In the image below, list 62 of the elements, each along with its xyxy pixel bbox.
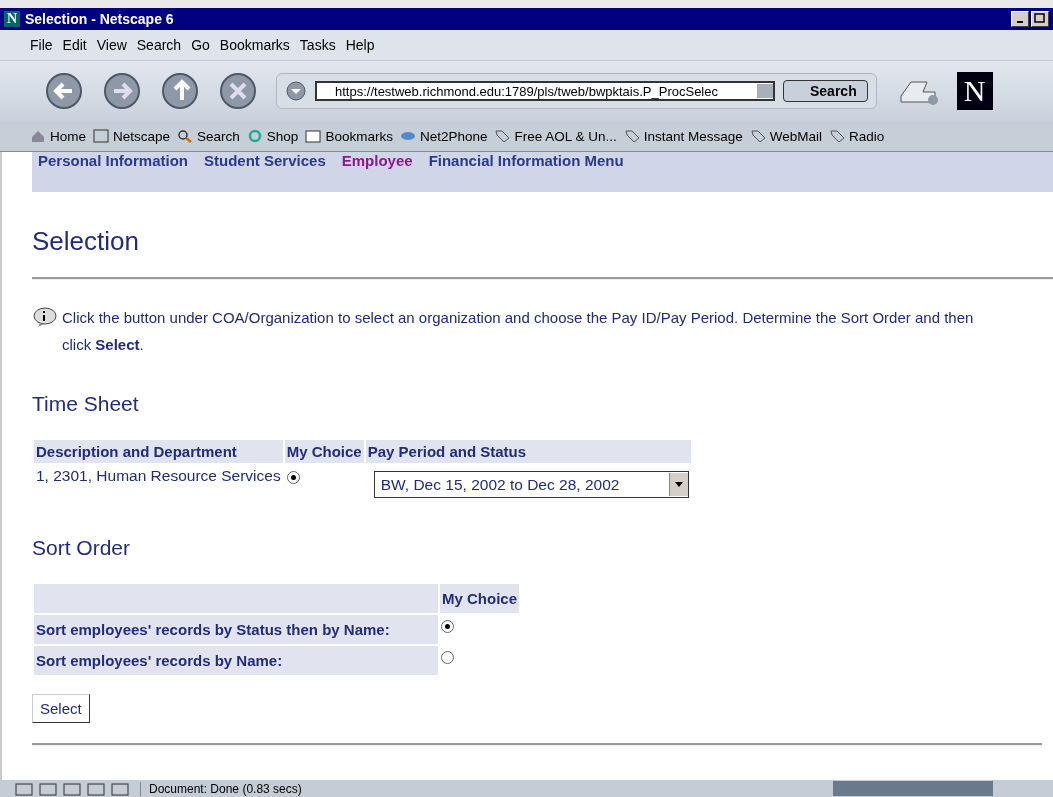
logo: N bbox=[4, 11, 20, 27]
menu-item[interactable]: Go bbox=[191, 37, 210, 53]
bookmark-link[interactable]: Radio bbox=[829, 128, 885, 144]
table-cell-text: 1, 2301, Human Resource Services bbox=[35, 466, 282, 486]
nav-link[interactable]: Personal Information bbox=[38, 152, 189, 169]
tag-icon bbox=[494, 129, 511, 143]
bookmark-link[interactable]: Bookmarks bbox=[305, 128, 393, 144]
bookmark-link[interactable]: WebMail bbox=[749, 128, 823, 144]
menu-item[interactable]: View bbox=[96, 37, 127, 53]
bookmark-link[interactable]: Home bbox=[30, 128, 86, 144]
column-header: My Choice bbox=[440, 584, 519, 613]
nav-link[interactable]: Employee bbox=[341, 152, 413, 169]
bookmark-link[interactable]: Net2Phone bbox=[399, 128, 488, 144]
section-heading: Sort Order bbox=[32, 536, 132, 560]
section-heading: Time Sheet bbox=[32, 392, 140, 416]
bookmark-link[interactable]: Shop bbox=[246, 128, 299, 144]
page-heading: Selection bbox=[32, 226, 140, 257]
row-label: Sort employees' records by Name: bbox=[34, 646, 438, 675]
radio-button[interactable] bbox=[286, 471, 300, 484]
maximize-icon[interactable] bbox=[1031, 11, 1049, 27]
menu-item[interactable]: Bookmarks bbox=[219, 37, 290, 53]
phone-icon bbox=[399, 129, 416, 143]
bookmark-link[interactable]: Instant Message bbox=[623, 128, 743, 144]
forward-icon[interactable] bbox=[102, 71, 142, 111]
window-title: Selection - Netscape 6 bbox=[25, 11, 175, 27]
menu-item[interactable]: Help bbox=[345, 37, 375, 53]
status-text: Document: Done (0.83 secs) bbox=[148, 781, 303, 796]
radio-button[interactable] bbox=[441, 651, 454, 664]
column-header: Pay Period and Status bbox=[365, 440, 691, 463]
nav-link[interactable]: Financial Information Menu bbox=[428, 152, 624, 169]
tag-icon bbox=[749, 129, 766, 143]
instruction-text: Click the button under COA/Organization to select an organization and choose the Pay ID/Pay Period. Determine the Sort Order and then click Select. bbox=[62, 308, 975, 355]
tag-icon bbox=[829, 129, 846, 143]
search-icon bbox=[177, 129, 194, 143]
bookmark-link[interactable]: Free AOL & Un... bbox=[494, 128, 617, 144]
caret-icon bbox=[668, 473, 688, 496]
nav-link[interactable]: Student Services bbox=[204, 152, 326, 169]
menu-item[interactable]: Tasks bbox=[299, 37, 336, 53]
bookmark-link[interactable]: Search bbox=[177, 128, 240, 144]
radio-button[interactable] bbox=[441, 620, 454, 633]
row-label: Sort employees' records by Status then by Name: bbox=[34, 615, 438, 644]
minimize-icon[interactable] bbox=[1011, 11, 1029, 27]
logo[interactable]: N bbox=[956, 72, 993, 110]
menu-item[interactable]: Search bbox=[136, 37, 182, 53]
menu-item[interactable]: File bbox=[30, 37, 53, 53]
bookmark-link[interactable]: Netscape bbox=[93, 128, 171, 144]
back-icon[interactable] bbox=[44, 71, 84, 111]
select-button[interactable]: Select bbox=[32, 694, 90, 723]
info-icon bbox=[32, 306, 58, 328]
column-header: Description and Department bbox=[34, 440, 283, 463]
pay-period-dropdown[interactable]: BW, Dec 15, 2002 to Dec 28, 2002 bbox=[373, 471, 689, 498]
reload-icon[interactable] bbox=[160, 71, 200, 111]
tag-icon bbox=[623, 129, 640, 143]
dropdown-icon[interactable] bbox=[285, 80, 307, 102]
url-field[interactable]: https://testweb.richmond.edu:1789/pls/tweb/bwpktais.P_ProcSelec bbox=[315, 81, 775, 101]
search-button[interactable]: Search bbox=[783, 80, 868, 102]
column-header: My Choice bbox=[284, 440, 364, 463]
house-icon bbox=[30, 129, 46, 143]
my-box-icon bbox=[93, 129, 109, 143]
folder-icon bbox=[305, 129, 322, 143]
stop-icon[interactable] bbox=[218, 71, 258, 111]
menu-item[interactable]: Edit bbox=[62, 37, 87, 53]
